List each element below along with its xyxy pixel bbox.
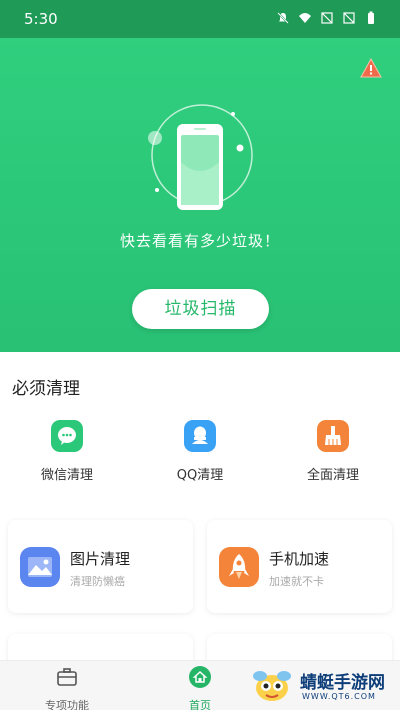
image-clean-card[interactable]: 图片清理 清理防懒癌 xyxy=(8,520,193,613)
junk-scan-button[interactable]: 垃圾扫描 xyxy=(132,289,269,329)
site-watermark: 蜻蜓手游网 WWW.QT6.COM xyxy=(248,666,398,706)
tab-home-label: 首页 xyxy=(189,699,211,710)
no-sim-icon xyxy=(321,12,333,24)
phone-boost-title: 手机加速 xyxy=(269,550,330,568)
watermark-url: WWW.QT6.COM xyxy=(302,692,376,701)
broom-icon xyxy=(317,420,349,452)
full-clean-item[interactable]: 全面清理 xyxy=(278,420,388,483)
status-time: 5:30 xyxy=(24,10,58,28)
full-clean-label: 全面清理 xyxy=(306,468,359,483)
wechat-clean-item[interactable]: 微信清理 xyxy=(12,420,122,483)
tab-special-features-label: 专项功能 xyxy=(45,699,89,710)
warning-icon[interactable] xyxy=(360,58,382,78)
status-bar: 5:30 xyxy=(0,0,400,38)
wechat-icon xyxy=(51,420,83,452)
wechat-clean-label: 微信清理 xyxy=(40,468,93,483)
qq-icon xyxy=(184,420,216,452)
qq-clean-label: QQ清理 xyxy=(176,468,224,483)
image-icon xyxy=(20,547,60,587)
section-title-must-clean: 必须清理 xyxy=(12,379,80,399)
image-clean-subtitle: 清理防懒癌 xyxy=(70,575,125,588)
phone-boost-subtitle: 加速就不卡 xyxy=(269,575,324,588)
hero-message: 快去看看有多少垃圾！ xyxy=(119,232,280,250)
wifi-icon xyxy=(299,13,311,23)
qq-clean-item[interactable]: QQ清理 xyxy=(145,420,255,483)
no-sim-icon xyxy=(343,12,355,24)
home-icon xyxy=(189,666,211,688)
rocket-icon xyxy=(219,547,259,587)
tab-special-features[interactable]: 专项功能 xyxy=(27,665,107,710)
phone-illustration xyxy=(148,104,253,210)
image-clean-title: 图片清理 xyxy=(70,550,131,568)
briefcase-icon xyxy=(57,668,77,686)
mute-icon xyxy=(277,12,289,24)
phone-boost-card[interactable]: 手机加速 加速就不卡 xyxy=(207,520,392,613)
status-icons xyxy=(276,11,378,25)
tab-home[interactable]: 首页 xyxy=(160,665,240,710)
battery-icon xyxy=(368,11,374,24)
watermark-text: 蜻蜓手游网 xyxy=(300,673,385,693)
dragonfly-logo-icon xyxy=(253,671,291,701)
